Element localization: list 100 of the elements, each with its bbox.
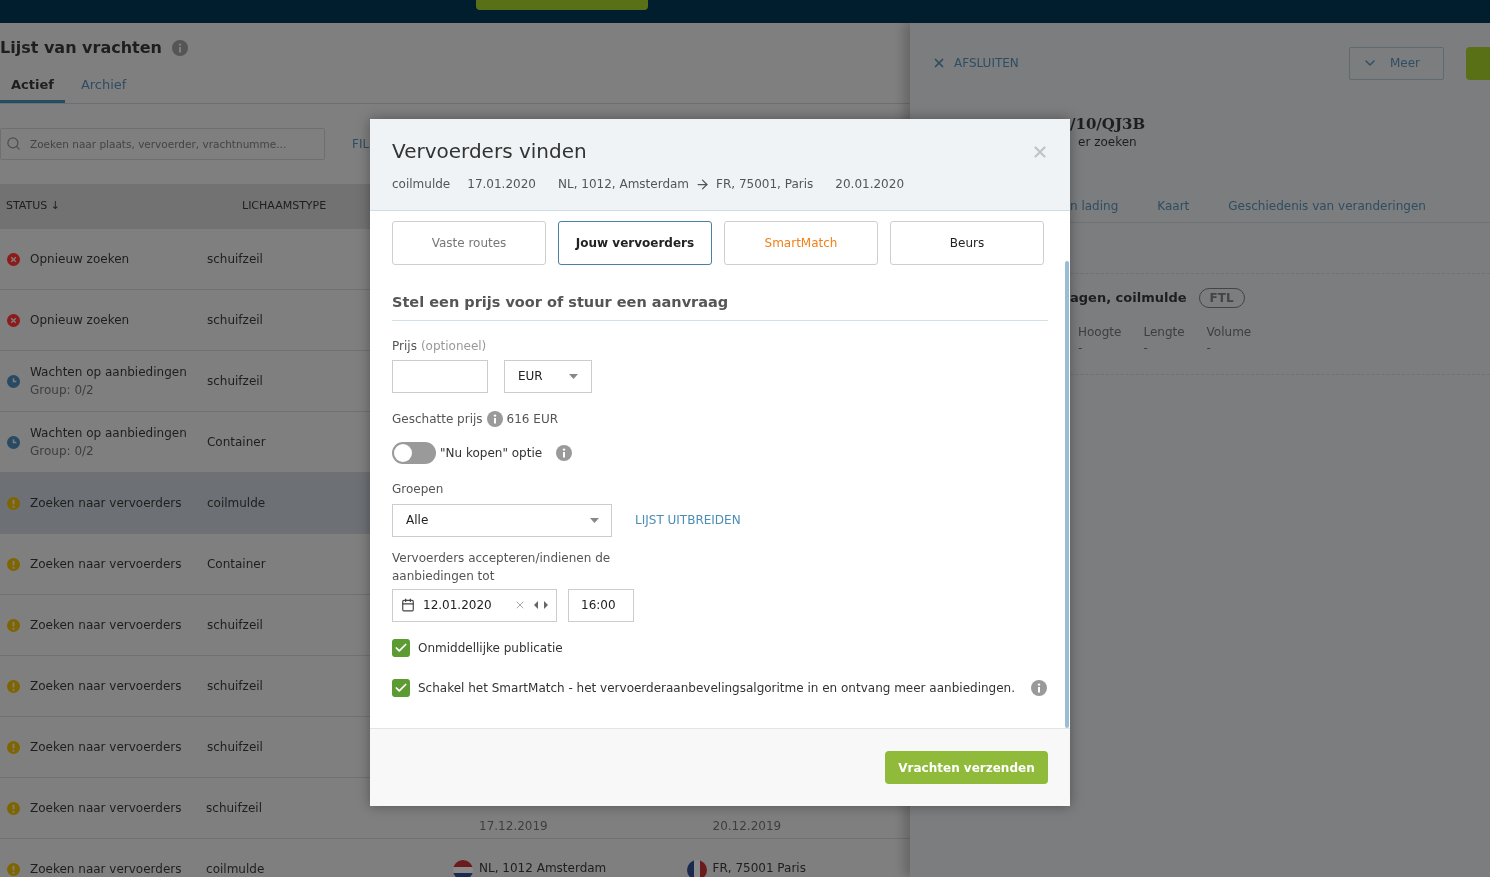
mode-tab[interactable]: Vaste routes <box>392 221 546 265</box>
warning-icon <box>7 557 20 571</box>
caret-icon <box>569 373 578 379</box>
checkbox-label: Schakel het SmartMatch - het vervoerderaanbevelingsalgoritme in en ontvang meer aanbiedingen. <box>418 679 1015 697</box>
close-icon <box>932 56 946 70</box>
status-text: Zoeken naar vervoerders <box>30 556 182 573</box>
section-title: Stel een prijs voor of stuur een aanvraag <box>392 292 1048 321</box>
warning-icon <box>7 740 20 754</box>
info-icon[interactable] <box>486 410 503 427</box>
info-icon[interactable] <box>556 444 573 461</box>
field-label: Lengte <box>1143 324 1185 340</box>
toggle-switch[interactable] <box>392 441 436 464</box>
time-field[interactable]: 16:00 <box>568 588 634 622</box>
info-icon[interactable] <box>1031 679 1047 696</box>
estimate-value: 616 EUR <box>506 410 558 428</box>
flag-icon <box>686 860 707 877</box>
status-text: Opnieuw zoeken <box>30 312 130 329</box>
field-label: Hoogte <box>1078 324 1122 340</box>
body-type-text: schuifzeil <box>206 617 263 634</box>
body-type-text: schuifzeil <box>206 800 262 817</box>
body-type-text: coilmulde <box>206 861 265 877</box>
warning-icon <box>7 618 20 632</box>
scrollbar[interactable] <box>1065 261 1069 728</box>
tab[interactable]: Actief <box>0 69 65 103</box>
close-button[interactable]: AFSLUITEN <box>932 54 1019 72</box>
error-icon <box>7 252 20 266</box>
expand-link[interactable]: LIJST UITBREIDEN <box>635 511 741 530</box>
date-text: 17.12.2019 <box>479 817 548 835</box>
optional-hint: (optioneel) <box>420 337 487 355</box>
more-button[interactable]: Meer <box>1349 46 1444 80</box>
deadline-label: Vervoerders accepteren/indienen de aanbiedingen tot <box>392 549 612 585</box>
filter-link[interactable]: FIL <box>352 135 370 153</box>
warning-icon <box>7 801 20 815</box>
error-icon <box>7 313 20 327</box>
clock-icon <box>7 435 20 449</box>
meta-text: NL, 1012, Amsterdam <box>557 176 690 193</box>
clock-icon <box>7 374 20 388</box>
checkbox[interactable] <box>392 638 410 657</box>
status-text: Wachten op aanbiedingen <box>30 425 187 442</box>
field-value: - <box>1206 340 1212 356</box>
groups-select[interactable]: Alle <box>392 503 612 537</box>
tab[interactable]: Archief <box>69 69 138 103</box>
body-type-text: Container <box>206 556 266 573</box>
status-text: Opnieuw zoeken <box>30 251 130 268</box>
checkbox[interactable] <box>392 678 410 697</box>
group-text: Group: 0/2 <box>30 382 95 399</box>
body-type-text: schuifzeil <box>206 312 263 329</box>
status-text: Zoeken naar vervoerders <box>30 861 182 877</box>
status-text: Zoeken naar vervoerders <box>30 800 182 817</box>
search-icon <box>6 136 21 151</box>
field-value: - <box>1143 340 1149 356</box>
arrow-icon <box>695 176 711 192</box>
body-type-text: schuifzeil <box>206 373 263 390</box>
mode-tab[interactable]: Beurs <box>890 221 1044 265</box>
warning-icon <box>7 679 20 693</box>
date-text: 20.12.2019 <box>712 817 782 835</box>
toggle-label: "Nu kopen" optie <box>440 444 543 462</box>
status-text: Zoeken naar vervoerders <box>30 678 182 695</box>
close-icon[interactable] <box>1031 143 1049 161</box>
column-header[interactable]: STATUS ↓ <box>0 198 242 215</box>
checkbox-label: Onmiddellijke publicatie <box>418 639 563 657</box>
body-type-text: schuifzeil <box>206 678 263 695</box>
field-value: - <box>1078 340 1084 356</box>
detail-tab[interactable]: n lading <box>1070 197 1119 215</box>
modal-title: Vervoerders vinden <box>392 139 587 163</box>
meta-text: 20.01.2020 <box>835 176 905 193</box>
meta-text: FR, 75001, Paris <box>716 176 814 193</box>
freight-number: /10/QJ3B <box>1070 115 1147 133</box>
status-subtitle: er zoeken <box>1077 134 1138 151</box>
place-text: NL, 1012 Amsterdam <box>479 860 607 877</box>
warning-icon <box>7 862 20 876</box>
search-field[interactable]: Zoeken naar plaats, vervoerder, vrachtnumme... <box>0 128 325 160</box>
status-text: Zoeken naar vervoerders <box>30 739 182 756</box>
status-text: Zoeken naar vervoerders <box>30 617 182 634</box>
estimate-label: Geschatte prijs <box>392 410 483 428</box>
field-label: Volume <box>1206 324 1252 340</box>
body-type-text: coilmulde <box>206 495 266 512</box>
column-header[interactable]: LICHAAMSTYPE <box>242 198 327 215</box>
detail-tab[interactable]: Geschiedenis van veranderingen <box>1228 197 1426 215</box>
mode-tab[interactable]: Jouw vervoerders <box>558 221 712 265</box>
place-text: FR, 75001 Paris <box>712 860 806 877</box>
caret-icon <box>590 517 599 523</box>
price-field[interactable] <box>392 359 488 393</box>
price-label: Prijs <box>392 337 417 355</box>
groups-label: Groepen <box>392 480 445 498</box>
body-type-text: schuifzeil <box>206 739 263 756</box>
submit-button[interactable]: Vrachten verzenden <box>885 751 1048 784</box>
page-title: Lijst van vrachten <box>0 37 162 59</box>
date-field[interactable]: 12.01.2020 <box>392 588 557 622</box>
mode-tab[interactable]: SmartMatch <box>724 221 878 265</box>
arrows-icon <box>534 601 548 610</box>
status-text: Wachten op aanbiedingen <box>30 364 187 381</box>
detail-tab[interactable]: Kaart <box>1157 197 1190 215</box>
body-type-text: schuifzeil <box>206 251 263 268</box>
info-icon[interactable] <box>172 40 188 56</box>
currency-select[interactable]: EUR <box>504 359 592 393</box>
calendar-icon <box>401 598 415 613</box>
meta-text: coilmulde <box>392 176 451 193</box>
warning-icon <box>7 496 20 510</box>
flag-icon <box>453 860 474 877</box>
